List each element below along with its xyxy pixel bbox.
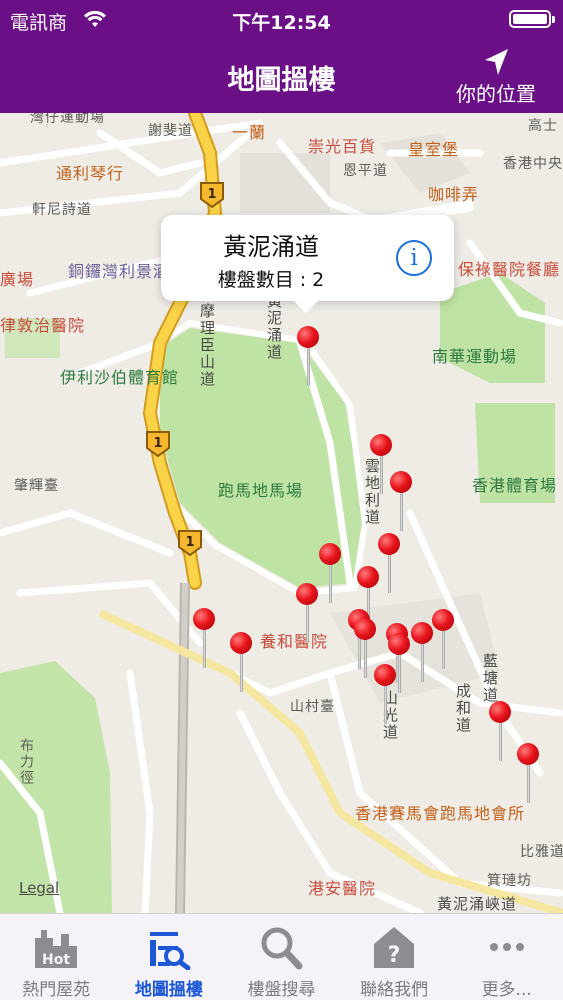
map-label: 摩理臣山道 bbox=[198, 303, 216, 388]
tab-bar: Hot 熱門屋苑 地圖搵樓 樓盤搜尋 ? 聯絡我們 更多... bbox=[0, 913, 563, 1000]
map-label: 高士 bbox=[528, 118, 558, 134]
tab-label: 樓盤搜尋 bbox=[247, 980, 316, 1000]
your-location-label: 你的位置 bbox=[456, 82, 536, 106]
route-1-shield-icon: 1 bbox=[146, 431, 170, 458]
map-label: 保祿醫院餐廳 bbox=[458, 260, 561, 279]
map-label: 黃泥涌峽道 bbox=[437, 895, 518, 913]
svg-text:1: 1 bbox=[207, 187, 216, 202]
property-pin[interactable] bbox=[517, 743, 539, 803]
tab-map-search[interactable]: 地圖搵樓 bbox=[113, 914, 226, 1000]
map-label: 山村臺 bbox=[290, 699, 335, 715]
map-callout[interactable]: 黃泥涌道 樓盤數目 : 2 i bbox=[161, 215, 454, 313]
map-label: 通利琴行 bbox=[56, 164, 125, 183]
map-label: 跑馬地馬場 bbox=[218, 481, 304, 500]
map-label: 香港中央 bbox=[503, 156, 563, 172]
svg-text:?: ? bbox=[388, 943, 401, 968]
tab-hot-estates[interactable]: Hot 熱門屋苑 bbox=[0, 914, 113, 1000]
map-label: 崇光百貨 bbox=[308, 137, 377, 156]
map-label: 比雅道 bbox=[520, 844, 563, 860]
map-label: 恩平道 bbox=[343, 163, 388, 179]
property-pin[interactable] bbox=[319, 543, 341, 603]
map-label: 咖啡弄 bbox=[428, 185, 480, 204]
property-pin[interactable] bbox=[378, 533, 400, 593]
map-label: 灣仔運動場 bbox=[30, 113, 105, 126]
property-pin[interactable] bbox=[390, 471, 412, 531]
route-1-shield-icon: 1 bbox=[200, 182, 224, 209]
info-icon[interactable]: i bbox=[396, 240, 432, 276]
your-location-button[interactable]: 你的位置 bbox=[441, 46, 551, 106]
property-pin[interactable] bbox=[370, 434, 392, 494]
map-label: 箕璉坊 bbox=[487, 873, 532, 889]
map-search-icon bbox=[149, 932, 191, 970]
tab-property-search[interactable]: 樓盤搜尋 bbox=[225, 914, 338, 1000]
svg-text:1: 1 bbox=[185, 535, 194, 550]
map-label: 肇輝臺 bbox=[14, 478, 59, 494]
map-label: 伊利沙伯體育館 bbox=[60, 368, 180, 387]
map-label: 藍塘道 bbox=[481, 653, 499, 704]
tab-label: 聯絡我們 bbox=[360, 980, 429, 1000]
property-pin[interactable] bbox=[489, 701, 511, 761]
property-pin[interactable] bbox=[230, 632, 252, 692]
callout-title: 黃泥涌道 bbox=[223, 233, 319, 261]
map-label: 謝斐道 bbox=[148, 123, 193, 139]
hot-buildings-icon: Hot bbox=[35, 930, 78, 968]
more-icon bbox=[489, 943, 524, 951]
map-label: 成和道 bbox=[454, 683, 472, 734]
help-house-icon: ? bbox=[374, 927, 415, 968]
status-bar: 電訊商 下午12:54 bbox=[0, 0, 563, 38]
property-pin[interactable] bbox=[432, 609, 454, 669]
property-pin[interactable] bbox=[193, 608, 215, 668]
map-label: 布力徑 bbox=[18, 738, 34, 786]
battery-icon bbox=[509, 10, 555, 28]
route-1-shield-icon: 1 bbox=[178, 530, 202, 557]
map-label: 軒尼詩道 bbox=[32, 202, 92, 218]
tab-more[interactable]: 更多... bbox=[450, 914, 563, 1000]
map-label: 港安醫院 bbox=[308, 879, 377, 898]
map-label: 南華運動場 bbox=[432, 347, 518, 366]
tab-label: 更多... bbox=[481, 980, 532, 1000]
property-pin[interactable] bbox=[354, 618, 376, 678]
location-arrow-icon bbox=[485, 49, 508, 75]
map-label: 廣場 bbox=[0, 270, 35, 289]
callout-subtitle: 樓盤數目 : 2 bbox=[217, 269, 325, 291]
map-label: 皇室堡 bbox=[408, 140, 460, 159]
tab-label: 地圖搵樓 bbox=[134, 980, 203, 1000]
legal-link[interactable]: Legal bbox=[19, 879, 59, 897]
svg-text:1: 1 bbox=[153, 436, 162, 451]
property-pin[interactable] bbox=[297, 326, 319, 386]
magnifier-icon bbox=[261, 927, 303, 970]
property-pin[interactable] bbox=[411, 622, 433, 682]
map-label: 黃泥涌道 bbox=[265, 293, 283, 361]
tab-contact-us[interactable]: ? 聯絡我們 bbox=[338, 914, 451, 1000]
map-label: 香港體育場 bbox=[472, 476, 558, 495]
map-label: 香港賽馬會跑馬地會所 bbox=[355, 804, 526, 823]
clock: 下午12:54 bbox=[232, 12, 331, 34]
property-pin[interactable] bbox=[374, 664, 396, 724]
map-label: 一蘭 bbox=[232, 123, 267, 142]
svg-text:Hot: Hot bbox=[42, 952, 70, 968]
property-pin[interactable] bbox=[296, 583, 318, 643]
tab-label: 熱門屋苑 bbox=[22, 980, 91, 1000]
top-bar: 電訊商 下午12:54 地圖搵樓 你的位置 bbox=[0, 0, 563, 113]
map-label: 律敦治醫院 bbox=[0, 316, 86, 335]
